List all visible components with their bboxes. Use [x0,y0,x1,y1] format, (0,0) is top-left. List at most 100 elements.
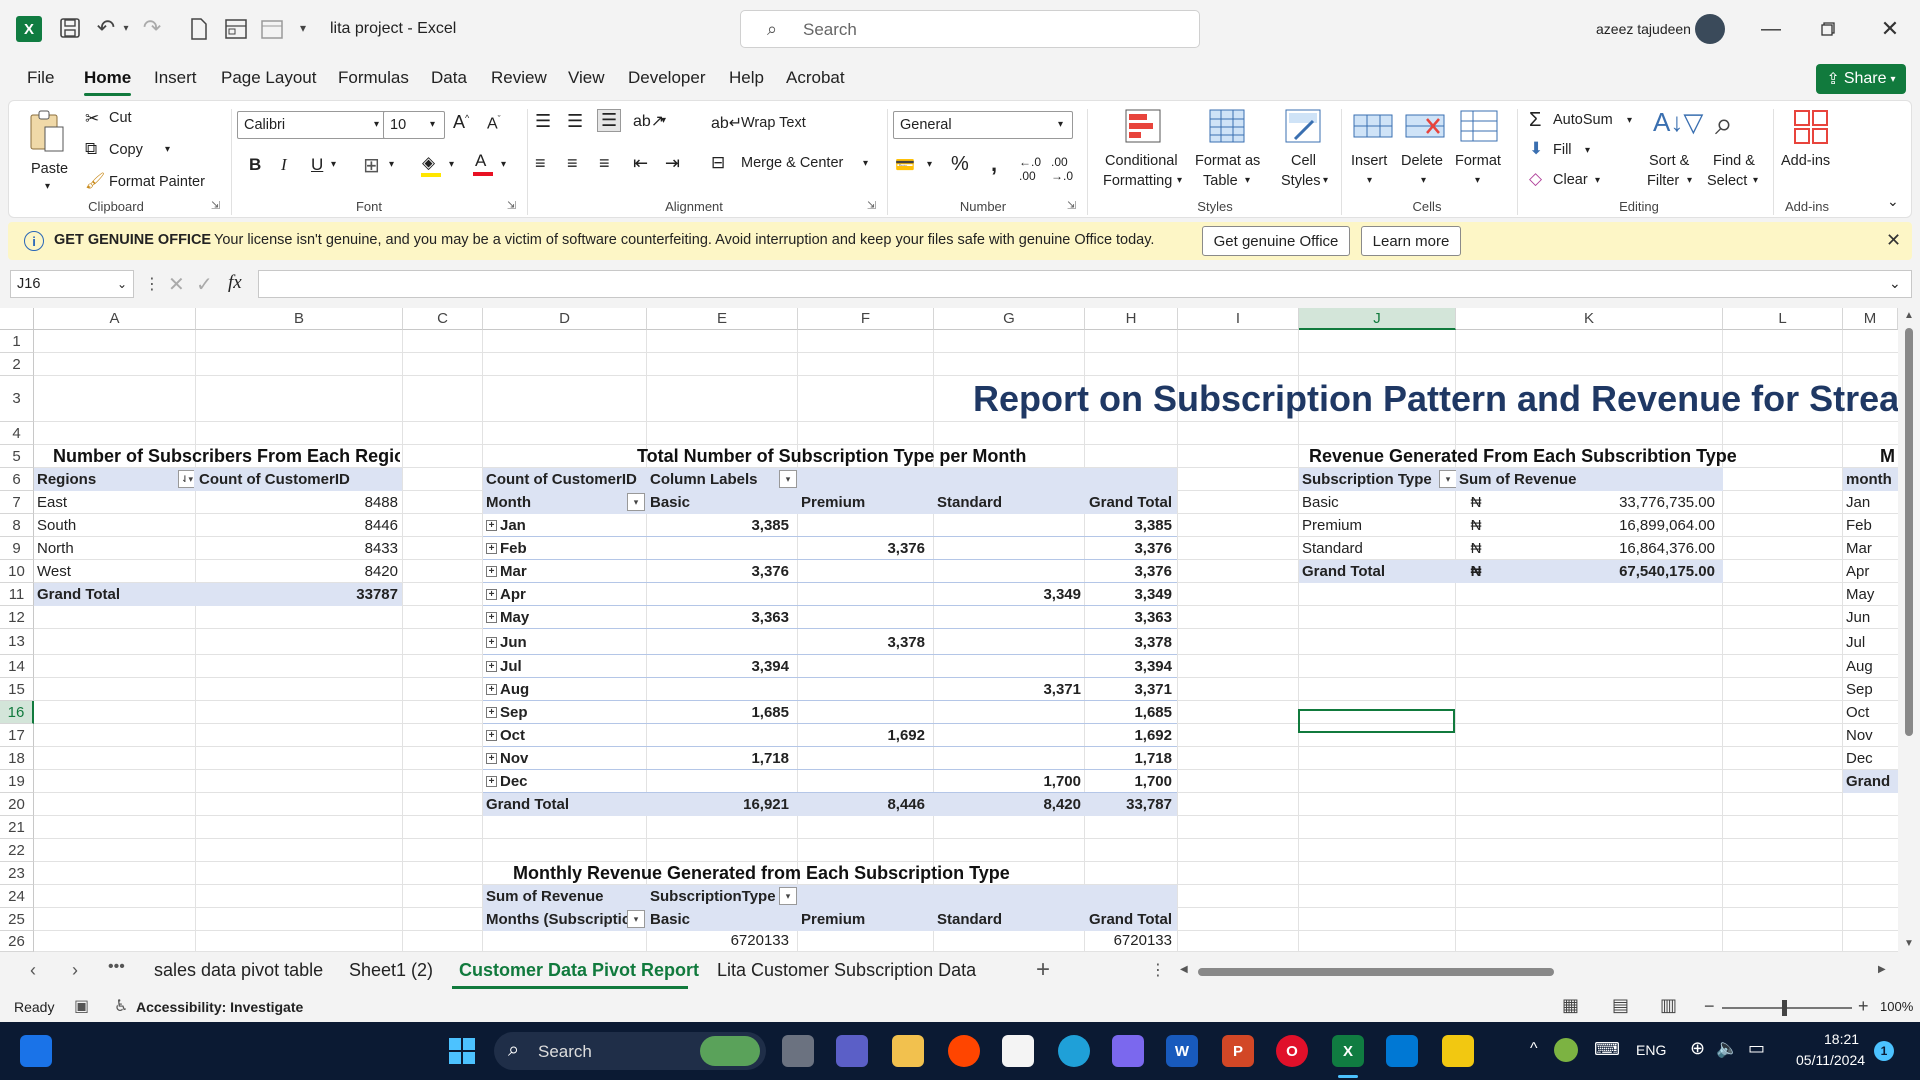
select-all-corner[interactable] [0,308,34,330]
right-pivot-month[interactable]: Mar [1843,537,1898,560]
region-count[interactable]: 8433 [196,537,401,560]
pivot-value[interactable]: 1,718 [647,747,792,770]
pivot-value[interactable] [798,747,928,770]
menu-acrobat[interactable]: Acrobat [786,68,845,88]
clock-time[interactable]: 18:21 [1824,1031,1859,1047]
column-header-e[interactable]: E [647,308,798,330]
insert-cells-button[interactable]: Insert ▾ [1347,105,1397,195]
font-size-select[interactable]: 10 ▾ [383,111,445,139]
currency-icon[interactable]: 💳 [895,155,915,175]
month-header[interactable]: Month ▾ [483,491,647,514]
expand-icon[interactable]: + [486,707,497,718]
expand-icon[interactable]: + [486,776,497,787]
align-bottom-icon[interactable]: ☰ [597,109,622,132]
region-count[interactable]: 8488 [196,491,401,514]
merge-center-button[interactable]: ⊟ Merge & Center ▾ [711,153,881,177]
pivot-value[interactable] [798,560,928,583]
vertical-scrollbar[interactable]: ▲ ▼ [1898,308,1920,952]
right-pivot-month[interactable]: Sep [1843,678,1898,701]
search-box[interactable]: ⌕ Search [740,10,1200,48]
redo-icon[interactable]: ↷ [140,15,164,40]
right-pivot-month[interactable]: Jun [1843,606,1898,629]
region-grand-total-label[interactable]: Grand Total [34,583,194,606]
month-grand-total-value[interactable]: 33,787 [1085,793,1175,816]
reddit-icon[interactable] [948,1035,980,1067]
pivot-value[interactable]: 1,692 [798,724,928,747]
chevron-down-icon[interactable]: ▾ [389,159,394,170]
menu-file[interactable]: File [27,68,54,88]
months-dropdown-icon[interactable]: ▾ [627,910,645,928]
learn-more-button[interactable]: Learn more [1361,226,1461,256]
accessibility-icon[interactable]: ♿ [114,996,128,1016]
minimize-icon[interactable]: — [1755,14,1787,44]
right-pivot-month[interactable]: Dec [1843,747,1898,770]
subscription-type-header[interactable]: Basic [647,491,792,514]
expand-icon[interactable]: + [486,684,497,695]
expand-icon[interactable]: + [486,730,497,741]
menu-view[interactable]: View [568,68,605,88]
zoom-slider-thumb[interactable] [1782,1000,1787,1016]
zoom-level[interactable]: 100% [1880,999,1913,1014]
month-row-label[interactable]: + Oct [483,724,647,747]
row-header-25[interactable]: 25 [0,908,34,931]
month-row-label[interactable]: + Apr [483,583,647,606]
share-button[interactable]: ⇪ Share ▾ [1816,64,1906,94]
column-header-b[interactable]: B [196,308,403,330]
row-header-22[interactable]: 22 [0,839,34,862]
network-icon[interactable]: ⊕ [1690,1038,1705,1059]
font-color-icon[interactable]: A [471,151,495,177]
increase-font-icon[interactable]: A^ [453,112,469,133]
wrap-text-button[interactable]: ab↵ Wrap Text [711,113,821,137]
scroll-left-icon[interactable]: ◀ [1180,964,1188,975]
close-icon[interactable]: ✕ [1874,14,1906,44]
more-options-icon[interactable]: ⋮ [144,274,160,294]
expand-icon[interactable]: + [486,566,497,577]
subscription-type-name[interactable]: Standard [1299,537,1456,560]
collapse-ribbon-icon[interactable]: ⌄ [1887,193,1899,210]
cell-styles-button[interactable]: Cell Styles ▾ [1271,105,1333,195]
more-options-icon[interactable]: ⋮ [1150,960,1166,980]
subscriptiontype-header[interactable]: SubscriptionType ▾ [647,885,797,908]
macro-record-icon[interactable]: ▣ [74,996,89,1016]
right-pivot-month[interactable]: Feb [1843,514,1898,537]
scroll-up-icon[interactable]: ▲ [1904,310,1914,321]
row-header-21[interactable]: 21 [0,816,34,839]
user-name[interactable]: azeez tajudeen [1596,21,1691,37]
scroll-right-icon[interactable]: ▶ [1878,964,1886,975]
dialog-launcher-icon[interactable]: ⇲ [1067,199,1076,212]
filter-dropdown-icon[interactable]: ⇃▾ [178,470,194,488]
revenue-type-header[interactable]: Grand Total [1085,908,1175,931]
right-pivot-total[interactable]: Grand [1843,770,1898,793]
column-labels-dropdown-icon[interactable]: ▾ [779,470,797,488]
pivot-value[interactable]: 3,371 [934,678,1084,701]
region-count[interactable]: 8420 [196,560,401,583]
format-as-table-button[interactable]: Format as Table ▾ [1187,105,1267,195]
chevron-down-icon[interactable]: ▾ [449,159,454,170]
pivot-value[interactable]: 3,363 [1085,606,1175,629]
task-view-icon[interactable] [782,1035,814,1067]
number-format-select[interactable]: General ▾ [893,111,1073,139]
enter-icon[interactable]: ✓ [196,272,213,297]
tab-sales-data-pivot-table[interactable]: sales data pivot table [154,960,323,981]
find-select-button[interactable]: ⌕ Find & Select ▾ [1703,105,1767,195]
pivot-value[interactable] [798,606,928,629]
decrease-indent-icon[interactable]: ⇤ [633,153,648,174]
undo-icon[interactable]: ↶ [94,15,118,40]
autosum-button[interactable]: Σ AutoSum ▾ [1523,109,1639,135]
report-title[interactable]: Report on Subscription Pattern and Reven… [970,376,1900,422]
add-ins-button[interactable]: Add-ins [1779,105,1843,195]
count-customerid-label[interactable]: Count of CustomerID [483,468,647,491]
menu-developer[interactable]: Developer [628,68,706,88]
row-header-1[interactable]: 1 [0,330,34,353]
borders-icon[interactable]: ⊞ [363,153,380,178]
row-header-4[interactable]: 4 [0,422,34,445]
row-header-9[interactable]: 9 [0,537,34,560]
add-sheet-icon[interactable]: + [1036,956,1050,984]
row-header-6[interactable]: 6 [0,468,34,491]
region-name[interactable]: West [34,560,194,583]
pivot-value[interactable]: 3,394 [1085,655,1175,678]
row-header-8[interactable]: 8 [0,514,34,537]
pivot-value[interactable]: 1,700 [1085,770,1175,793]
count-header[interactable]: Count of CustomerID [196,468,396,491]
show-hidden-icons[interactable]: ^ [1530,1040,1538,1058]
